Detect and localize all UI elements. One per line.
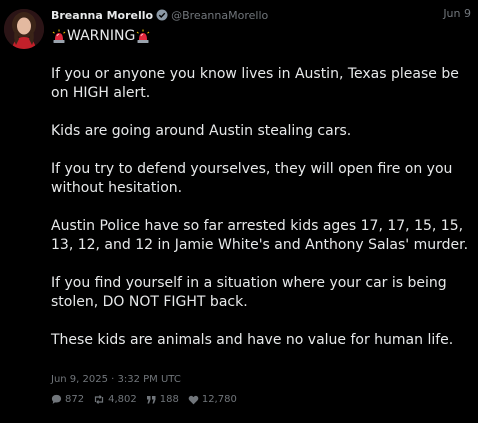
tweet-stats: 872 4,802 188 12,780 bbox=[51, 394, 246, 405]
tweet-paragraph: If you try to defend yourselves, they wi… bbox=[51, 161, 453, 196]
police-siren-icon bbox=[51, 29, 67, 45]
retweet-icon bbox=[94, 395, 104, 404]
quote-stat[interactable]: 188 bbox=[146, 394, 179, 405]
tweet-paragraph: If you or anyone you know lives in Austi… bbox=[51, 66, 459, 101]
avatar-image bbox=[4, 9, 44, 49]
tweet-paragraph: Kids are going around Austin stealing ca… bbox=[51, 123, 352, 139]
verified-badge-icon bbox=[156, 9, 168, 21]
tweet-card: Breanna Morello @BreannaMorello Jun 9 WA… bbox=[0, 0, 478, 423]
reply-stat[interactable]: 872 bbox=[51, 394, 84, 405]
like-stat[interactable]: 12,780 bbox=[188, 394, 237, 405]
heart-icon bbox=[188, 395, 199, 404]
tweet-timestamp[interactable]: Jun 9, 2025 · 3:32 PM UTC bbox=[51, 374, 181, 385]
tweet-date[interactable]: Jun 9 bbox=[443, 7, 471, 20]
tweet-paragraph: If you find yourself in a situation wher… bbox=[51, 275, 447, 310]
avatar[interactable] bbox=[4, 9, 44, 49]
retweet-stat[interactable]: 4,802 bbox=[93, 394, 137, 405]
tweet-paragraph: These kids are animals and have no value… bbox=[51, 332, 454, 348]
like-count: 12,780 bbox=[201, 394, 237, 405]
retweet-count: 4,802 bbox=[108, 394, 137, 405]
comment-icon bbox=[51, 394, 62, 404]
tweet-body: WARNING If you or anyone you know lives … bbox=[51, 27, 471, 350]
author-name[interactable]: Breanna Morello bbox=[51, 9, 153, 22]
tweet-paragraph: Austin Police have so far arrested kids … bbox=[51, 218, 469, 253]
tweet-header: Breanna Morello @BreannaMorello Jun 9 bbox=[51, 7, 471, 23]
police-siren-icon bbox=[135, 29, 151, 45]
author-handle[interactable]: @BreannaMorello bbox=[171, 9, 268, 22]
tweet-title-line: WARNING bbox=[51, 27, 471, 46]
quote-icon bbox=[146, 395, 156, 403]
reply-count: 872 bbox=[65, 394, 85, 405]
quote-count: 188 bbox=[159, 394, 179, 405]
tweet-title: WARNING bbox=[67, 28, 136, 44]
